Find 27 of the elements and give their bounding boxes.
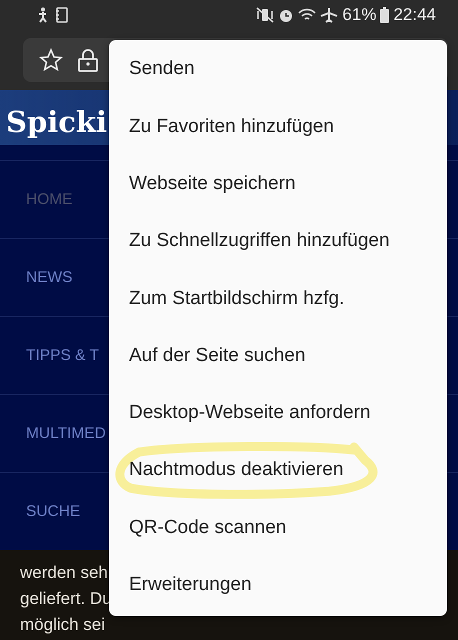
nav-link[interactable]: NEWS [26,266,72,290]
battery-icon [380,7,390,23]
vibrate-mute-icon [256,7,274,23]
menu-item[interactable]: Auf der Seite suchen [109,327,447,385]
nav-link[interactable]: SUCHE [26,500,80,524]
airplane-icon [320,7,338,23]
lock-icon [77,48,99,72]
battery-percent: 61% [342,4,376,26]
site-logo[interactable]: Spicki [6,108,108,137]
menu-item[interactable]: Nachtmodus deaktivieren [109,442,447,500]
text-line: möglich sei [20,614,106,636]
accessibility-icon [36,7,48,23]
menu-item[interactable]: Desktop-Webseite anfordern [109,384,447,442]
notebook-icon [56,7,68,23]
menu-item[interactable]: Erweiterungen [109,556,447,614]
nav-link[interactable]: MULTIMED [26,422,106,446]
menu-item[interactable]: QR-Code scannen [109,499,447,557]
menu-item[interactable]: Zu Schnellzugriffen hinzufügen [109,212,447,270]
alarm-icon [278,7,294,23]
menu-item[interactable]: Zum Startbildschirm hzfg. [109,270,447,328]
clock-time: 22:44 [393,4,436,26]
nav-link[interactable]: TIPPS & T [26,344,99,368]
menu-item[interactable]: Webseite speichern [109,156,447,213]
star-icon [39,48,63,72]
text-line: werden seh [20,562,108,584]
menu-item[interactable]: Senden [109,41,447,98]
menu-item[interactable]: Zu Favoriten hinzufügen [109,98,447,156]
